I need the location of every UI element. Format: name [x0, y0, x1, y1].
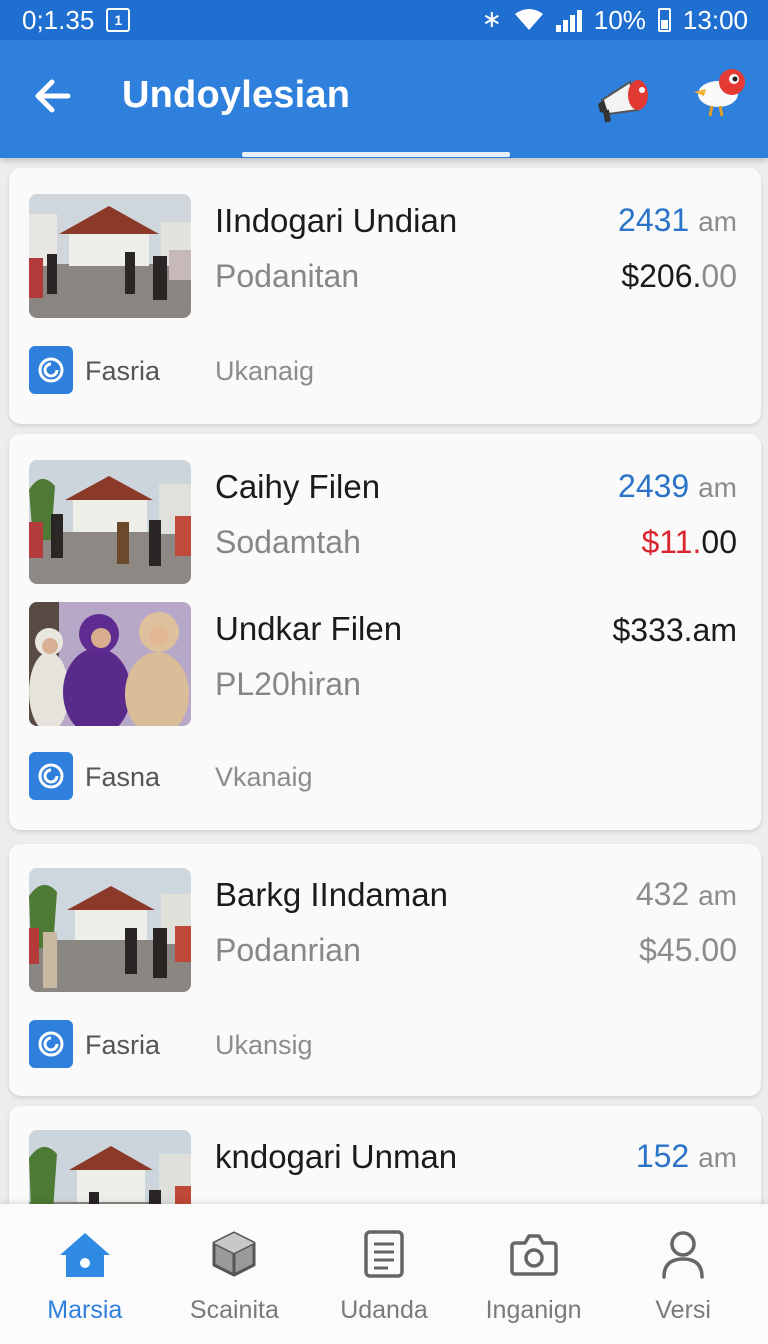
market-thumbnail: [29, 460, 191, 584]
bluetooth-icon: ∗: [481, 6, 502, 33]
nav-label: Versi: [655, 1296, 711, 1324]
listing-card[interactable]: IIndogari Undian Podanitan 2431 am $206.…: [9, 168, 761, 424]
nav-label: Udanda: [340, 1296, 428, 1324]
footer-tag: Ukansig: [215, 1030, 313, 1060]
list-item[interactable]: Caihy Filen Sodamtah 2439 am $11.00: [9, 460, 761, 584]
price-main: $333.am: [612, 612, 737, 648]
price-decimal: 00: [701, 258, 737, 294]
market-thumbnail: [29, 868, 191, 992]
back-button[interactable]: [28, 70, 76, 120]
item-title: Barkg IIndaman: [215, 876, 448, 913]
people-thumbnail: [29, 602, 191, 726]
bird-icon: [694, 69, 745, 117]
market-thumbnail: [29, 1130, 191, 1204]
brand-name: Fasna: [85, 762, 161, 792]
tab-indicator: [242, 152, 510, 157]
list-item[interactable]: Undkar Filen PL20hiran $333.am: [9, 602, 761, 726]
list-item[interactable]: Barkg IIndaman Podanrian 432 am $45.00: [9, 868, 761, 992]
nav-item-scainita[interactable]: Scainita: [160, 1204, 310, 1344]
time-unit: am: [698, 880, 737, 911]
time-value: 152: [635, 1138, 690, 1174]
brand-name: Fasria: [85, 1030, 161, 1060]
item-time: 152 am: [636, 1138, 737, 1175]
signal-icon: [555, 8, 582, 32]
listing-feed: IIndogari Undian Podanitan 2431 am $206.…: [0, 158, 768, 1204]
app-notification-icon: 1: [106, 8, 131, 32]
listing-card[interactable]: Barkg IIndaman Podanrian 432 am $45.00 F…: [9, 844, 761, 1096]
brand-logo-icon: [29, 346, 73, 394]
nav-label: Marsia: [47, 1296, 123, 1324]
card-footer: Fasria Ukanaig: [9, 346, 761, 396]
time-value: 2439: [618, 468, 690, 504]
item-title: Caihy Filen: [215, 468, 381, 505]
nav-label: Inganign: [485, 1296, 582, 1324]
app-bar: Undoylesian: [0, 40, 768, 158]
status-clock: 13:00: [682, 4, 748, 35]
nav-item-udanda[interactable]: Udanda: [309, 1204, 459, 1344]
price-main: $45.00: [639, 932, 737, 968]
nav-item-inganign[interactable]: Inganign: [459, 1204, 609, 1344]
brand-name: Fasria: [85, 356, 161, 386]
item-subtitle: PL20hiran: [215, 666, 361, 702]
cube-icon: [204, 1226, 264, 1282]
document-icon: [354, 1226, 414, 1282]
listing-card[interactable]: kndogari Unman 152 am: [9, 1106, 761, 1204]
megaphone-icon: [598, 80, 648, 123]
price-main: $11.: [641, 524, 702, 560]
status-bar: 0;1.35 1 ∗ 10% 13:00: [0, 0, 768, 40]
item-price: $11.00: [642, 524, 738, 561]
status-time-left: 0;1.35: [22, 4, 95, 35]
arrow-left-icon: [35, 79, 71, 113]
home-icon: [55, 1226, 115, 1282]
item-subtitle: Podanrian: [215, 932, 361, 968]
camera-icon: [504, 1226, 564, 1282]
listing-card[interactable]: Caihy Filen Sodamtah 2439 am $11.00 Undk…: [9, 434, 761, 830]
time-value: 2431: [618, 202, 690, 238]
price-main: $206.: [621, 258, 702, 294]
footer-tag: Ukanaig: [215, 356, 315, 386]
item-time: 432 am: [636, 876, 737, 913]
item-title: Undkar Filen: [215, 610, 403, 647]
battery-percent: 10%: [593, 4, 646, 35]
nav-label: Scainita: [189, 1296, 279, 1324]
nav-item-versi[interactable]: Versi: [608, 1204, 758, 1344]
item-time: 2439 am: [618, 468, 737, 505]
item-price: $45.00: [639, 932, 737, 969]
time-unit: am: [698, 472, 737, 503]
item-subtitle: Podanitan: [215, 258, 360, 294]
brand-logo-icon: [29, 752, 73, 800]
time-unit: am: [698, 1142, 737, 1173]
item-subtitle: Sodamtah: [215, 524, 361, 560]
status-right: ∗ 10% 13:00: [482, 5, 748, 36]
bird-button[interactable]: [692, 62, 750, 120]
price-decimal: 00: [701, 524, 737, 560]
list-item[interactable]: kndogari Unman 152 am: [9, 1130, 761, 1204]
wifi-icon: [514, 9, 543, 30]
card-footer: Fasria Ukansig: [9, 1020, 761, 1070]
list-item[interactable]: IIndogari Undian Podanitan 2431 am $206.…: [9, 194, 761, 318]
item-title: kndogari Unman: [215, 1138, 458, 1175]
brand-logo-icon: [29, 1020, 73, 1068]
item-price: $333.am: [612, 612, 737, 649]
time-unit: am: [698, 206, 737, 237]
footer-tag: Vkanaig: [215, 762, 313, 792]
status-left: 0;1.35 1: [22, 4, 131, 36]
item-title: IIndogari Undian: [215, 202, 458, 239]
bottom-nav: Marsia Scainita Udanda Inganign Versi: [0, 1204, 768, 1344]
nav-item-marsia[interactable]: Marsia: [10, 1204, 160, 1344]
item-time: 2431 am: [618, 202, 737, 239]
time-value: 432: [635, 876, 690, 912]
megaphone-button[interactable]: [594, 70, 654, 126]
item-price: $206.00: [621, 258, 737, 295]
battery-icon: [657, 8, 671, 32]
market-thumbnail: [29, 194, 191, 318]
page-title: Undoylesian: [122, 74, 351, 116]
person-icon: [653, 1226, 713, 1282]
card-footer: Fasna Vkanaig: [9, 752, 761, 802]
